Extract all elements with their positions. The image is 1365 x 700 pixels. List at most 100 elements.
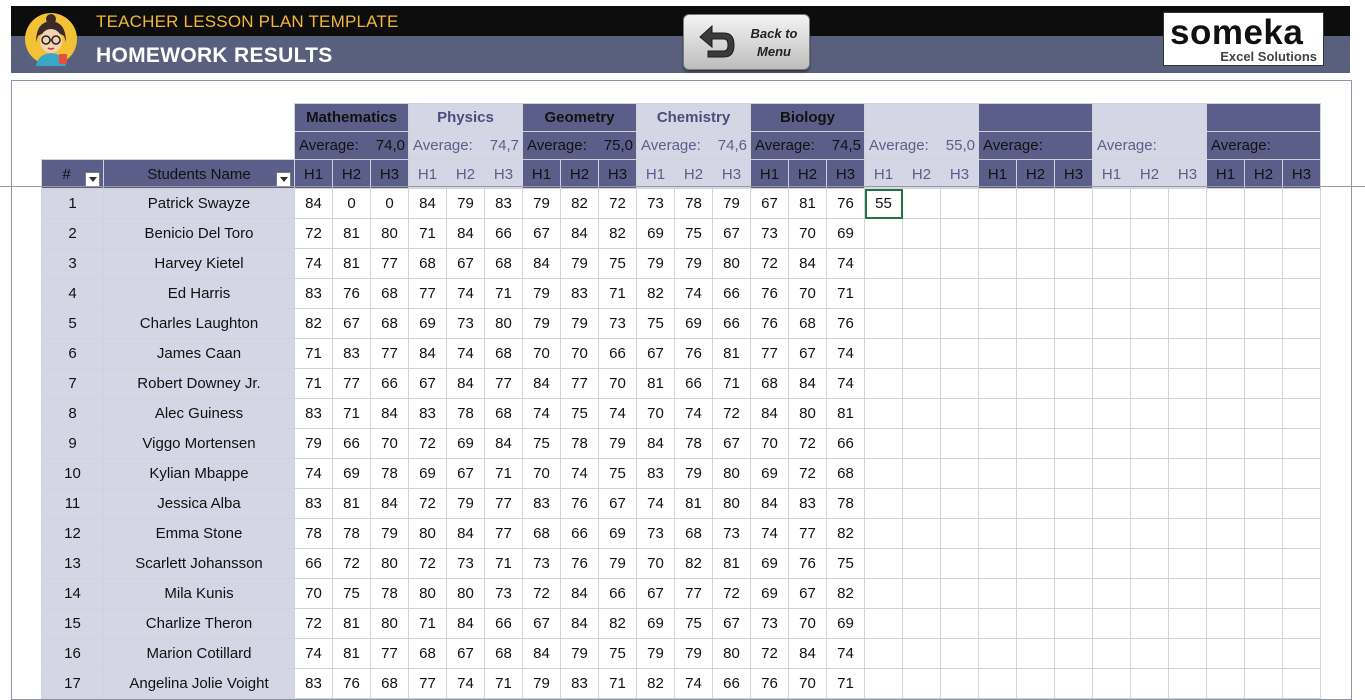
score-cell[interactable]: 79 [560, 638, 599, 669]
score-cell[interactable]: 83 [522, 488, 561, 519]
score-cell[interactable]: 76 [788, 548, 827, 579]
score-cell[interactable] [978, 548, 1017, 579]
score-cell[interactable]: 83 [294, 668, 333, 699]
score-cell[interactable]: 68 [484, 398, 523, 429]
score-cell[interactable]: 75 [560, 398, 599, 429]
score-cell[interactable] [864, 488, 903, 519]
subject-header[interactable] [1206, 103, 1321, 132]
score-cell[interactable] [978, 338, 1017, 369]
score-cell[interactable] [1168, 638, 1207, 669]
student-name[interactable]: Harvey Kietel [103, 248, 295, 279]
score-cell[interactable] [1054, 638, 1093, 669]
score-cell[interactable]: 82 [826, 578, 865, 609]
score-cell[interactable] [1244, 458, 1283, 489]
homework-header-h3[interactable]: H3 [370, 159, 409, 189]
score-cell[interactable]: 68 [408, 248, 447, 279]
score-cell[interactable] [1244, 578, 1283, 609]
score-cell[interactable]: 75 [674, 608, 713, 639]
score-cell[interactable]: 84 [522, 248, 561, 279]
score-cell[interactable] [1206, 218, 1245, 249]
score-cell[interactable]: 77 [674, 578, 713, 609]
score-cell[interactable]: 67 [332, 308, 371, 339]
student-name[interactable]: Kylian Mbappe [103, 458, 295, 489]
score-cell[interactable] [1016, 218, 1055, 249]
score-cell[interactable]: 73 [750, 218, 789, 249]
score-cell[interactable]: 76 [560, 488, 599, 519]
score-cell[interactable] [1054, 518, 1093, 549]
score-cell[interactable]: 66 [484, 218, 523, 249]
score-cell[interactable]: 81 [712, 338, 751, 369]
homework-header-h3[interactable]: H3 [1282, 159, 1321, 189]
score-cell[interactable]: 84 [788, 368, 827, 399]
score-cell[interactable] [902, 458, 941, 489]
score-cell[interactable] [902, 368, 941, 399]
score-cell[interactable] [1130, 278, 1169, 309]
score-cell[interactable] [1092, 248, 1131, 279]
subject-header[interactable]: Physics [408, 103, 523, 132]
subject-header[interactable] [864, 103, 979, 132]
score-cell[interactable]: 80 [370, 608, 409, 639]
score-cell[interactable]: 72 [788, 428, 827, 459]
score-cell[interactable]: 75 [598, 638, 637, 669]
score-cell[interactable]: 68 [370, 308, 409, 339]
score-cell[interactable]: 79 [446, 488, 485, 519]
score-cell[interactable]: 68 [522, 518, 561, 549]
score-cell[interactable] [1206, 548, 1245, 579]
score-cell[interactable]: 79 [598, 428, 637, 459]
score-cell[interactable]: 72 [712, 398, 751, 429]
score-cell[interactable] [902, 398, 941, 429]
score-cell[interactable]: 67 [408, 368, 447, 399]
score-cell[interactable] [1130, 638, 1169, 669]
homework-header-h2[interactable]: H2 [332, 159, 371, 189]
score-cell[interactable] [864, 218, 903, 249]
homework-header-h1[interactable]: H1 [1092, 159, 1131, 189]
subject-average[interactable]: Average: 74,6 [636, 131, 751, 160]
score-cell[interactable]: 81 [712, 548, 751, 579]
score-cell[interactable]: 84 [750, 398, 789, 429]
student-number[interactable]: 7 [41, 368, 104, 399]
score-cell[interactable] [1244, 398, 1283, 429]
score-cell[interactable] [1130, 218, 1169, 249]
score-cell[interactable] [1130, 338, 1169, 369]
score-cell[interactable] [1282, 368, 1321, 399]
score-cell[interactable] [1244, 218, 1283, 249]
score-cell[interactable]: 78 [332, 518, 371, 549]
student-name[interactable]: Alec Guiness [103, 398, 295, 429]
score-cell[interactable]: 83 [294, 488, 333, 519]
subject-average[interactable]: Average: 75,0 [522, 131, 637, 160]
score-cell[interactable] [1130, 548, 1169, 579]
score-cell[interactable] [1282, 338, 1321, 369]
subject-average[interactable]: Average: 55,0 [864, 131, 979, 160]
score-cell[interactable] [1282, 458, 1321, 489]
score-cell[interactable]: 69 [636, 608, 675, 639]
student-number[interactable]: 16 [41, 638, 104, 669]
score-cell[interactable] [1206, 308, 1245, 339]
score-cell[interactable] [864, 668, 903, 699]
score-cell[interactable] [1206, 398, 1245, 429]
score-cell[interactable]: 69 [750, 458, 789, 489]
score-cell[interactable] [864, 548, 903, 579]
score-cell[interactable]: 80 [712, 248, 751, 279]
score-cell[interactable] [1054, 608, 1093, 639]
score-cell[interactable] [1206, 188, 1245, 219]
score-cell[interactable] [940, 458, 979, 489]
score-cell[interactable]: 76 [332, 278, 371, 309]
score-cell[interactable] [940, 518, 979, 549]
score-cell[interactable]: 77 [408, 278, 447, 309]
score-cell[interactable]: 75 [674, 218, 713, 249]
score-cell[interactable] [1016, 638, 1055, 669]
score-cell[interactable] [902, 188, 941, 219]
score-cell[interactable]: 67 [712, 608, 751, 639]
score-cell[interactable] [1168, 428, 1207, 459]
score-cell[interactable] [1092, 188, 1131, 219]
student-number[interactable]: 9 [41, 428, 104, 459]
score-cell[interactable] [978, 458, 1017, 489]
score-cell[interactable]: 66 [484, 608, 523, 639]
score-cell[interactable] [1054, 548, 1093, 579]
score-cell[interactable] [940, 578, 979, 609]
score-cell[interactable]: 83 [560, 278, 599, 309]
score-cell[interactable] [1092, 398, 1131, 429]
score-cell[interactable]: 83 [408, 398, 447, 429]
homework-header-h3[interactable]: H3 [1054, 159, 1093, 189]
score-cell[interactable] [1282, 248, 1321, 279]
